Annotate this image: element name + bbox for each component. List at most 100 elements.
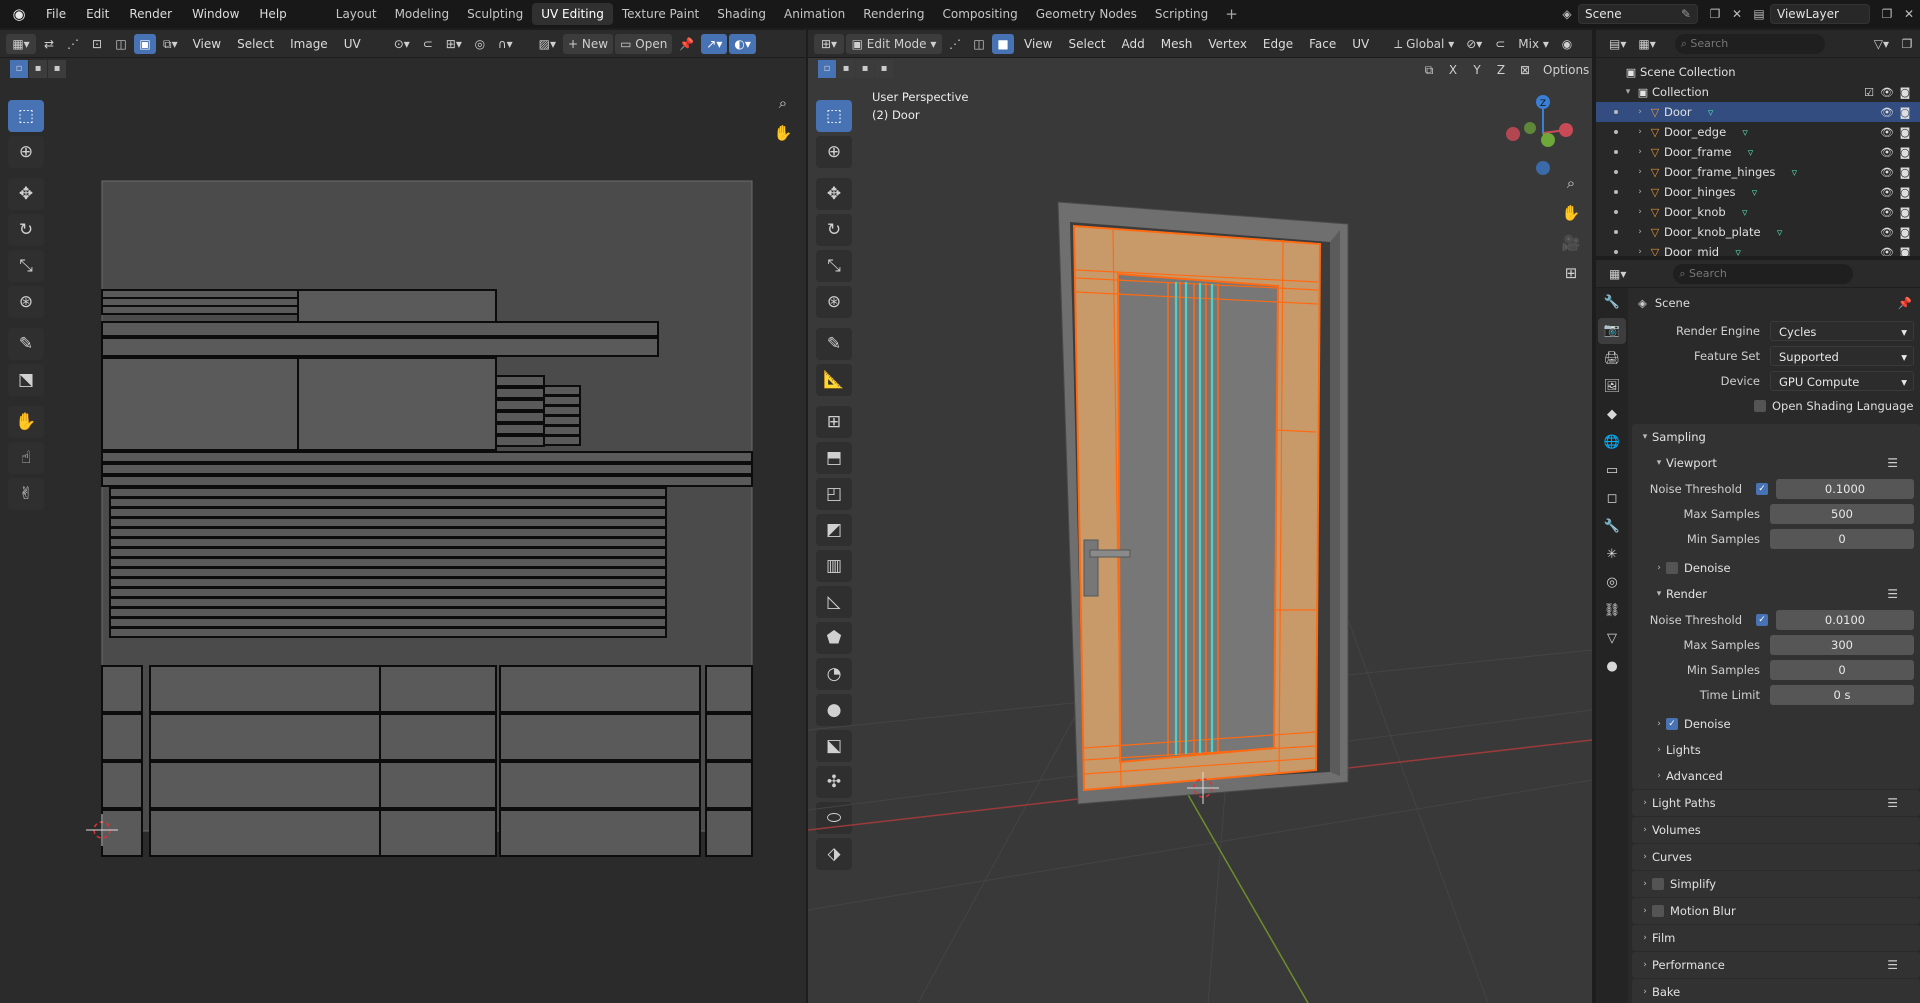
uv-island[interactable] [109,517,667,528]
world-tab-icon[interactable]: 🌐 [1598,430,1626,456]
bake-panel[interactable]: › Bake [1632,979,1920,1003]
uv-island[interactable] [101,713,143,761]
tab-modeling[interactable]: Modeling [386,3,459,25]
uv-island[interactable] [495,387,545,399]
properties-search-input[interactable]: ⌕ Search [1673,263,1854,284]
outliner-object-row[interactable]: › ▽ Door_frame_hinges ▿ 👁 ◙ [1596,162,1920,182]
eye-icon[interactable]: 👁 [1878,126,1896,139]
chevron-down-icon[interactable]: ▾ [1622,87,1634,97]
menu-help[interactable]: Help [249,0,296,28]
uv-island[interactable] [109,607,667,618]
tab-texture-paint[interactable]: Texture Paint [613,3,708,25]
uv-island[interactable] [149,713,381,761]
osl-checkbox[interactable] [1754,399,1766,412]
camera-icon[interactable]: ◙ [1896,86,1914,99]
blender-logo-icon[interactable]: ◉ [8,3,30,25]
collection-tab-icon[interactable]: ▭ [1598,458,1626,484]
render-engine-select[interactable]: Cycles ▾ [1770,320,1914,341]
object-tab-icon[interactable]: ◻ [1598,486,1626,512]
camera-icon[interactable]: ◙ [1896,206,1914,219]
render-denoise-subpanel[interactable]: › ✓ Denoise [1632,711,1920,737]
editor-type-icon[interactable]: ▤▾ [1604,34,1631,54]
uv-island[interactable] [101,475,753,487]
uv-island[interactable] [543,395,581,406]
mesh-data-icon[interactable]: ▿ [1785,166,1803,179]
uv-island[interactable] [543,405,581,416]
mesh-data-icon[interactable]: ▿ [1702,106,1720,119]
viewport-min-samples-field[interactable]: 0 [1770,528,1914,549]
checkbox-icon[interactable]: ☑ [1860,86,1878,99]
outliner-object-row[interactable]: › ▽ Door_hinges ▿ 👁 ◙ [1596,182,1920,202]
uv-island[interactable] [101,665,143,713]
uv-island[interactable] [101,451,753,463]
render-subpanel-header[interactable]: ▾ Render ☰ [1632,581,1920,607]
uv-island[interactable] [495,399,545,411]
presets-list-icon[interactable]: ☰ [1887,796,1898,810]
eye-icon[interactable]: 👁 [1878,146,1896,159]
scene-selector[interactable]: Scene ✎ [1578,4,1698,24]
tab-sculpting[interactable]: Sculpting [458,3,532,25]
add-workspace-icon[interactable]: + [1217,5,1246,23]
camera-icon[interactable]: ◙ [1896,246,1914,257]
delete-view-layer-icon[interactable]: ✕ [1898,4,1920,24]
mesh-data-icon[interactable]: ▿ [1736,206,1754,219]
mesh-data-icon[interactable]: ▿ [1771,226,1789,239]
uv-island[interactable] [109,627,667,638]
uv-island[interactable] [101,337,659,357]
constraints-tab-icon[interactable]: ⛓ [1598,598,1626,624]
viewport-subpanel-header[interactable]: ▾ Viewport ☰ [1632,450,1920,476]
presets-list-icon[interactable]: ☰ [1887,587,1898,601]
uv-island[interactable] [109,597,667,608]
scene-collection-row[interactable]: ▣ Scene Collection [1596,62,1920,82]
volumes-panel[interactable]: › Volumes [1632,817,1920,843]
edit-mode-dot-icon[interactable] [1614,130,1618,134]
uv-island[interactable] [543,415,581,426]
uv-island[interactable] [543,385,581,396]
uv-island[interactable] [109,567,667,578]
viewport-noise-threshold-checkbox[interactable]: ✓ [1756,482,1768,495]
menu-file[interactable]: File [36,0,76,28]
viewport-max-samples-field[interactable]: 500 [1770,503,1914,524]
viewport-noise-threshold-field[interactable]: 0.1000 [1776,478,1914,499]
display-mode-icon[interactable]: ▦▾ [1633,34,1660,54]
simplify-panel[interactable]: › Simplify [1632,871,1920,897]
uv-island[interactable] [109,617,667,628]
material-tab-icon[interactable]: ● [1598,654,1626,680]
edit-mode-dot-icon[interactable] [1614,170,1618,174]
eye-icon[interactable]: 👁 [1878,86,1896,99]
edit-mode-dot-icon[interactable] [1614,230,1618,234]
uv-island[interactable] [109,547,667,558]
camera-icon[interactable]: ◙ [1896,226,1914,239]
mesh-data-icon[interactable]: ▿ [1742,146,1760,159]
uv-island[interactable] [499,809,701,857]
chevron-right-icon[interactable]: › [1634,127,1646,137]
scene-tab-icon[interactable]: ◆ [1598,402,1626,428]
camera-icon[interactable]: ◙ [1896,186,1914,199]
sampling-panel-header[interactable]: ▾ Sampling [1632,424,1920,450]
uv-island[interactable] [499,665,701,713]
eye-icon[interactable]: 👁 [1878,106,1896,119]
uv-island[interactable] [495,435,545,447]
new-collection-icon[interactable]: ❐ [1896,34,1918,54]
uv-island[interactable] [109,577,667,588]
view-layer-selector[interactable]: ViewLayer [1770,4,1870,24]
uv-island[interactable] [149,665,381,713]
uv-island[interactable] [297,289,497,323]
delete-scene-icon[interactable]: ✕ [1726,4,1748,24]
new-scene-icon[interactable]: ❐ [1704,4,1726,24]
osl-checkbox-group[interactable]: Open Shading Language [1754,399,1914,413]
feature-set-select[interactable]: Supported ▾ [1770,345,1914,366]
eye-icon[interactable]: 👁 [1878,246,1896,257]
uv-layout[interactable] [0,30,806,1003]
motion-blur-panel[interactable]: › Motion Blur [1632,898,1920,924]
chevron-right-icon[interactable]: › [1634,207,1646,217]
outliner-search-input[interactable]: ⌕ Search [1674,33,1825,54]
uv-island[interactable] [101,761,143,809]
uv-island[interactable] [109,507,667,518]
eye-icon[interactable]: 👁 [1878,206,1896,219]
uv-island[interactable] [495,423,545,435]
outliner-object-row[interactable]: › ▽ Door_edge ▿ 👁 ◙ [1596,122,1920,142]
film-panel[interactable]: › Film [1632,925,1920,951]
simplify-checkbox[interactable] [1652,878,1664,890]
mesh-data-icon[interactable]: ▿ [1746,186,1764,199]
